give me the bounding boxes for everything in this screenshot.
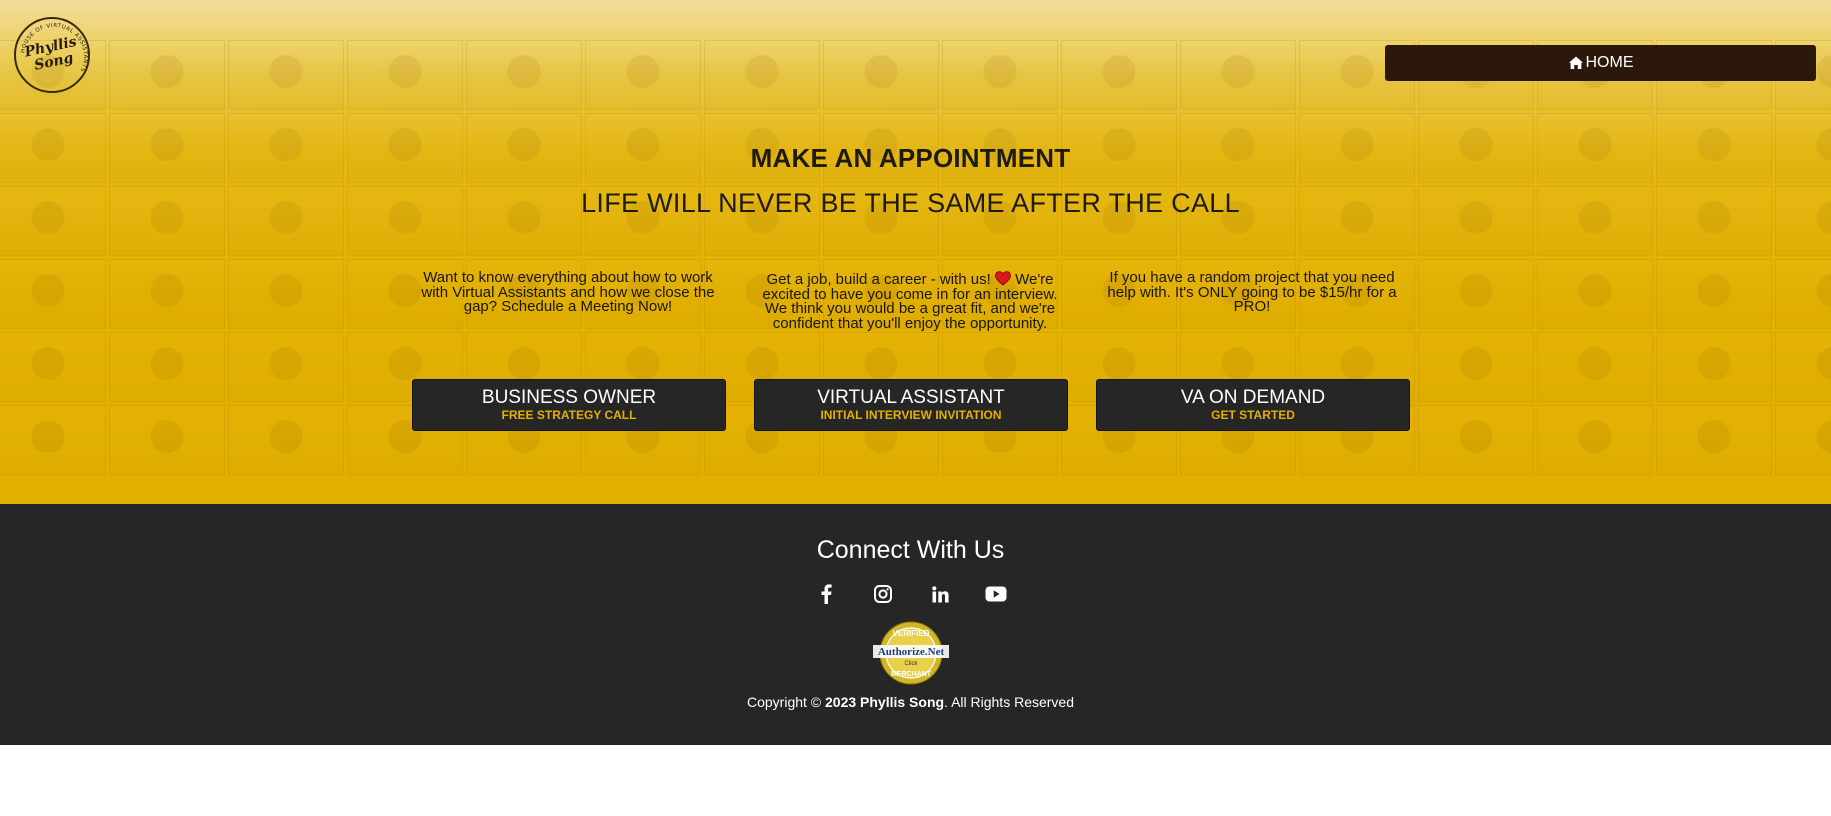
footer: Connect With Us VERIFIED Authorize.Net C… [0,504,1831,745]
video-tile [1656,332,1772,402]
video-tile [109,40,225,110]
video-tile [1418,405,1534,475]
video-tile [1775,405,1831,475]
page-title: MAKE AN APPOINTMENT [750,143,1071,173]
video-tile [228,332,344,402]
virtual-assistant-description: Get a job, build a career - with us! We'… [762,271,1058,332]
video-tile [1418,259,1534,329]
video-tile [1775,332,1831,402]
video-tile [1537,259,1653,329]
brand-logo[interactable]: HOUSE OF VIRTUAL ASSISTANTS Phyllis Song [14,17,90,93]
facebook-icon[interactable] [814,582,838,606]
video-tile [1775,259,1831,329]
video-tile [0,332,106,402]
business-owner-description: Want to know everything about how to wor… [421,269,715,315]
va-on-demand-button[interactable]: VA ON DEMAND GET STARTED [1096,379,1410,431]
youtube-icon[interactable] [984,582,1008,606]
video-tile [109,332,225,402]
virtual-assistant-button[interactable]: VIRTUAL ASSISTANT INITIAL INTERVIEW INVI… [754,379,1068,431]
video-tile [0,259,106,329]
svg-text:MERCHANT: MERCHANT [891,671,932,678]
va-on-demand-button-title: VA ON DEMAND [1180,387,1326,408]
video-tile [1656,259,1772,329]
home-button-label: HOME [1585,54,1634,71]
authorize-net-verified-seal[interactable]: VERIFIED Authorize.Net Click MERCHANT [871,621,951,685]
video-tile [109,259,225,329]
video-tile [347,40,463,110]
virtual-assistant-button-subtitle: INITIAL INTERVIEW INVITATION [820,408,1002,422]
video-tile [109,405,225,475]
video-tile [228,40,344,110]
video-tile [228,405,344,475]
linkedin-icon[interactable] [928,582,952,606]
svg-text:Click: Click [905,661,919,667]
business-owner-button[interactable]: BUSINESS OWNER FREE STRATEGY CALL [412,379,726,431]
video-tile [1418,332,1534,402]
video-tile [704,40,820,110]
business-owner-button-subtitle: FREE STRATEGY CALL [501,408,637,422]
va-on-demand-description: If you have a random project that you ne… [1107,269,1397,315]
video-tile [942,40,1058,110]
svg-text:VERIFIED: VERIFIED [893,629,930,638]
video-tile [466,40,582,110]
heart-icon [995,271,1011,286]
video-tile [0,405,106,475]
video-tile [228,259,344,329]
hero-section: HOUSE OF VIRTUAL ASSISTANTS Phyllis Song… [0,0,1831,504]
video-tile [1537,332,1653,402]
connect-title: Connect With Us [816,536,1005,564]
video-tile [585,40,701,110]
video-tile [1656,405,1772,475]
page-subtitle: LIFE WILL NEVER BE THE SAME AFTER THE CA… [581,188,1240,218]
home-icon [1568,56,1583,69]
business-owner-button-title: BUSINESS OWNER [481,387,657,408]
instagram-icon[interactable] [871,582,895,606]
video-tile [1537,405,1653,475]
video-tile [1061,40,1177,110]
copyright-text: Copyright © 2023 Phyllis Song. All Right… [746,694,1075,710]
virtual-assistant-button-title: VIRTUAL ASSISTANT [817,387,1005,408]
video-tile [1180,40,1296,110]
va-on-demand-button-subtitle: GET STARTED [1211,408,1295,422]
home-button[interactable]: HOME [1385,45,1816,81]
svg-text:Authorize.Net: Authorize.Net [878,646,945,658]
video-tile [823,40,939,110]
